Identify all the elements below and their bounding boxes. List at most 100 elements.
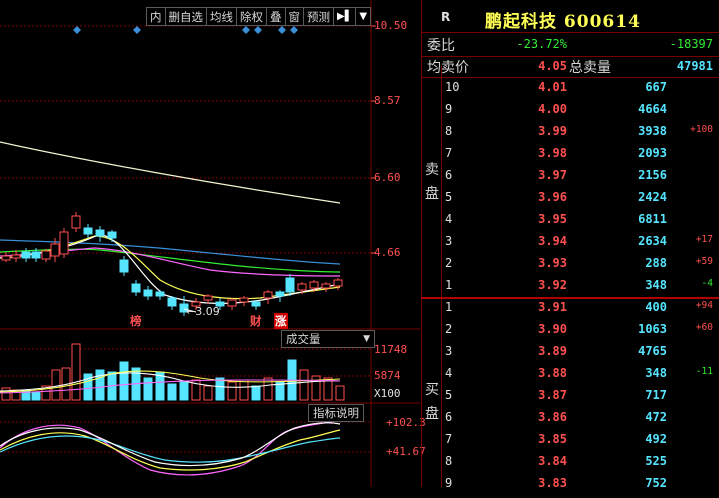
book-level: 4 xyxy=(445,212,453,226)
avg-sell-label: 均卖价 xyxy=(427,60,469,76)
book-level: 8 xyxy=(445,454,453,468)
buy-order-row[interactable]: 1 3.91 400 +94 xyxy=(421,300,719,322)
toolbar-inner-button[interactable]: 内 xyxy=(146,7,165,26)
book-volume: 752 xyxy=(645,476,667,490)
volume-bars xyxy=(1,343,345,401)
toolbar-forecast-button[interactable]: 预测 xyxy=(303,7,333,26)
book-volume: 348 xyxy=(645,366,667,380)
sell-side-label: 卖盘 xyxy=(425,158,441,206)
sell-order-row[interactable]: 8 3.99 3938 +100 xyxy=(421,124,719,146)
book-volume: 348 xyxy=(645,278,667,292)
buy-order-row[interactable]: 9 3.83 752 xyxy=(421,476,719,498)
toolbar-next-icon[interactable]: ▶▌ xyxy=(333,7,356,26)
total-sell-value: 47981 xyxy=(676,59,713,73)
toolbar-dropdown-icon[interactable]: ▼ xyxy=(355,7,372,26)
candle-body xyxy=(167,297,177,307)
candle-body xyxy=(41,250,51,260)
volume-bar xyxy=(71,343,81,401)
sell-order-row[interactable]: 5 3.96 2424 xyxy=(421,190,719,212)
indicator-axis-label: +41.67 xyxy=(386,445,426,458)
book-change: +100 xyxy=(690,124,713,135)
book-volume: 2424 xyxy=(638,190,667,204)
event-diamonds xyxy=(73,26,298,34)
kline-chart-area[interactable]: 内 删自选 均线 除权 叠 窗 预测 ▶▌ ▼ 10.50 8.57 6.60 … xyxy=(0,0,426,487)
book-level: 1 xyxy=(445,278,453,292)
buy-order-row[interactable]: 8 3.84 525 xyxy=(421,454,719,476)
book-level: 1 xyxy=(445,300,453,314)
book-price: 3.88 xyxy=(538,366,567,380)
event-tag-finance[interactable]: 财 xyxy=(250,313,262,329)
candle-body xyxy=(155,291,165,297)
volume-bar xyxy=(239,379,249,401)
stock-code: 600614 xyxy=(563,12,641,32)
volume-bar xyxy=(179,381,189,401)
candlesticks xyxy=(1,212,343,316)
indicator-help-button[interactable]: 指标说明 xyxy=(308,404,364,422)
volume-bar xyxy=(299,369,309,401)
volume-bar xyxy=(167,383,177,401)
book-volume: 667 xyxy=(645,80,667,94)
volume-indicator-label: 成交量 xyxy=(286,332,321,346)
book-volume: 2634 xyxy=(638,234,667,248)
book-change: -4 xyxy=(701,278,713,289)
book-price: 3.89 xyxy=(538,344,567,358)
toolbar-ma-button[interactable]: 均线 xyxy=(206,7,236,26)
toolbar-ex-rights-button[interactable]: 除权 xyxy=(236,7,266,26)
book-volume: 492 xyxy=(645,432,667,446)
book-volume: 2093 xyxy=(638,146,667,160)
book-price: 3.87 xyxy=(538,388,567,402)
book-change: +17 xyxy=(695,234,713,245)
sell-order-row[interactable]: 7 3.98 2093 xyxy=(421,146,719,168)
toolbar-window-button[interactable]: 窗 xyxy=(284,7,303,26)
candle-body xyxy=(309,281,319,289)
book-level: 2 xyxy=(445,322,453,336)
book-price: 3.83 xyxy=(538,476,567,490)
candle-body xyxy=(203,295,213,301)
sell-order-row[interactable]: 2 3.93 288 +59 xyxy=(421,256,719,278)
book-level: 2 xyxy=(445,256,453,270)
sell-order-row[interactable]: 3 3.94 2634 +17 xyxy=(421,234,719,256)
sell-order-row[interactable]: 9 4.00 4664 xyxy=(421,102,719,124)
candle-body xyxy=(21,251,31,259)
toolbar-remove-watchlist-button[interactable]: 删自选 xyxy=(164,7,206,26)
book-level: 5 xyxy=(445,388,453,402)
book-price: 3.97 xyxy=(538,168,567,182)
candle-body xyxy=(297,283,307,291)
price-axis-label: 8.57 xyxy=(374,94,401,107)
candle-body xyxy=(131,283,141,293)
candle-body xyxy=(239,297,249,303)
volume-bar xyxy=(203,385,213,401)
book-volume: 2156 xyxy=(638,168,667,182)
volume-bar xyxy=(215,377,225,401)
book-price: 3.93 xyxy=(538,256,567,270)
buy-order-row[interactable]: 4 3.88 348 -11 xyxy=(421,366,719,388)
low-price-value: 3.09 xyxy=(195,305,220,318)
toolbar-overlay-button[interactable]: 叠 xyxy=(266,7,285,26)
book-change: +60 xyxy=(695,322,713,333)
event-tag-bang[interactable]: 榜 xyxy=(130,313,142,329)
book-level: 9 xyxy=(445,102,453,116)
book-level: 8 xyxy=(445,124,453,138)
total-sell-label: 总卖量 xyxy=(569,60,611,76)
sell-order-row[interactable]: 4 3.95 6811 xyxy=(421,212,719,234)
volume-indicator-select[interactable]: 成交量 ▼ xyxy=(281,330,375,348)
event-tag-limit-up[interactable]: 涨 xyxy=(274,313,288,329)
sell-order-row[interactable]: 10 4.01 667 xyxy=(421,80,719,102)
book-level: 7 xyxy=(445,432,453,446)
volume-bar xyxy=(95,369,105,401)
volume-axis-label: 11748 xyxy=(374,343,408,356)
book-price: 3.85 xyxy=(538,432,567,446)
candle-body xyxy=(31,251,41,259)
buy-order-row[interactable]: 3 3.89 4765 xyxy=(421,344,719,366)
book-price: 3.94 xyxy=(538,234,567,248)
volume-bar xyxy=(227,381,237,401)
buy-order-row[interactable]: 7 3.85 492 xyxy=(421,432,719,454)
buy-order-row[interactable]: 2 3.90 1063 +60 xyxy=(421,322,719,344)
buy-order-row[interactable]: 6 3.86 472 xyxy=(421,410,719,432)
candle-body xyxy=(1,255,11,261)
buy-order-row[interactable]: 5 3.87 717 xyxy=(421,388,719,410)
sell-order-row[interactable]: 6 3.97 2156 xyxy=(421,168,719,190)
candle-body xyxy=(275,291,285,297)
book-change: -11 xyxy=(695,366,713,377)
candle-body xyxy=(263,291,273,299)
